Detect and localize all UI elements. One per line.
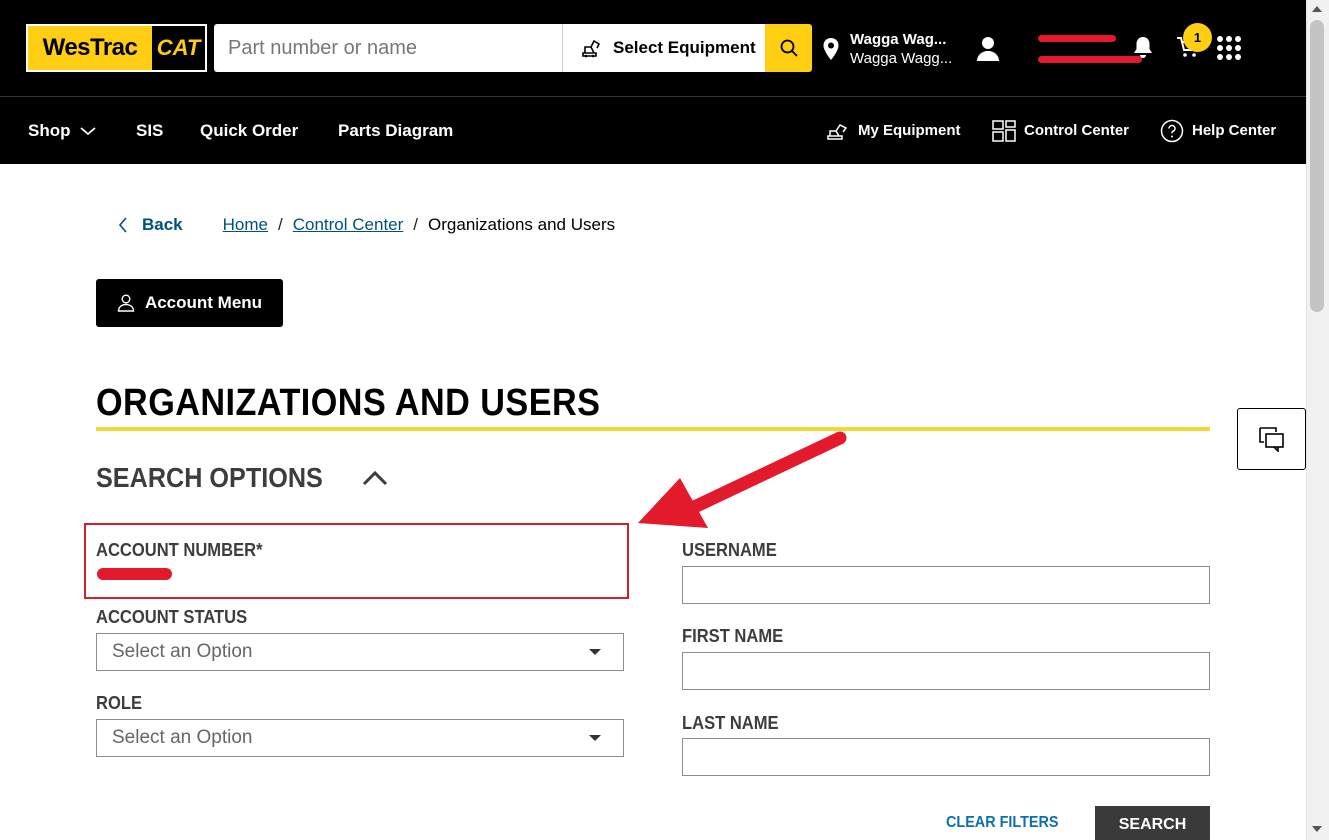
role-value: Select an Option (112, 727, 253, 748)
first-name-input[interactable] (682, 652, 1210, 690)
dashboard-icon (992, 119, 1016, 142)
top-header: WesTrac CAT Select Equipment Wagga Wag..… (0, 0, 1306, 96)
role-label: ROLE (96, 693, 143, 713)
cart-count-badge: 1 (1183, 23, 1212, 52)
part-search-input[interactable] (214, 24, 562, 72)
apps-menu-button[interactable] (1217, 36, 1241, 60)
annotation-arrow-icon (638, 431, 847, 528)
breadcrumb-separator: / (278, 215, 283, 234)
nav-my-equipment-label: My Equipment (858, 122, 961, 139)
nav-help-center[interactable]: Help Center (1160, 97, 1276, 164)
chevron-left-icon (118, 217, 127, 233)
apps-dot-icon (1235, 45, 1241, 51)
username-label: USERNAME (682, 540, 777, 560)
location-text: Wagga Wag... Wagga Wagg... (850, 30, 952, 68)
scrollbar-thumb[interactable] (1310, 20, 1324, 312)
nav-quick-order[interactable]: Quick Order (200, 97, 298, 164)
apps-dot-icon (1235, 36, 1241, 42)
account-status-value: Select an Option (112, 641, 253, 662)
location-line-1: Wagga Wag... (850, 31, 947, 48)
chevron-down-icon (79, 126, 96, 135)
nav-shop[interactable]: Shop (28, 97, 97, 164)
back-link[interactable]: Back (118, 215, 183, 235)
search-icon (780, 39, 798, 57)
select-equipment-button[interactable]: Select Equipment (562, 24, 765, 72)
last-name-label: LAST NAME (682, 713, 779, 733)
nav-shop-label: Shop (28, 120, 71, 140)
logo-westrac-text: WesTrac (28, 26, 152, 70)
location-pin-icon (823, 38, 839, 60)
account-menu-button[interactable]: Account Menu (96, 279, 283, 327)
nav-control-center[interactable]: Control Center (992, 97, 1129, 164)
search-submit-button[interactable] (765, 24, 812, 72)
excavator-icon (582, 39, 601, 58)
user-icon (977, 37, 999, 61)
bell-icon (1134, 37, 1152, 58)
location-line-2: Wagga Wagg... (850, 50, 953, 67)
apps-dot-icon (1226, 36, 1232, 42)
breadcrumb-home[interactable]: Home (223, 215, 268, 235)
clear-filters-button[interactable]: CLEAR FILTERS (946, 814, 1059, 832)
apps-dot-icon (1217, 45, 1223, 51)
account-status-label: ACCOUNT STATUS (96, 607, 248, 627)
logo-cat-text: CAT (152, 26, 205, 70)
breadcrumb-current: Organizations and Users (428, 215, 616, 234)
first-name-label: FIRST NAME (682, 626, 784, 646)
equipment-icon (827, 123, 848, 140)
nav-control-center-label: Control Center (1024, 122, 1129, 139)
apps-dot-icon (1226, 54, 1232, 60)
account-menu-label: Account Menu (144, 293, 263, 312)
breadcrumb: Back Home / Control Center / Organizatio… (118, 215, 615, 235)
username-input[interactable] (682, 566, 1210, 604)
main-nav: Shop SIS Quick Order Parts Diagram My Eq… (0, 97, 1306, 164)
role-select[interactable]: Select an Option (96, 719, 624, 757)
chevron-up-icon (362, 470, 388, 486)
caret-down-icon (589, 649, 601, 655)
page-title: ORGANIZATIONS AND USERS (96, 382, 601, 424)
search-button[interactable]: SEARCH (1095, 806, 1210, 840)
user-account[interactable] (976, 32, 1142, 66)
user-outline-icon (117, 294, 135, 312)
search-options-toggle[interactable]: SEARCH OPTIONS (96, 462, 388, 494)
annotation-highlight-box (84, 523, 629, 599)
chat-icon (1258, 427, 1284, 452)
breadcrumb-control-center[interactable]: Control Center (293, 215, 404, 235)
feedback-button[interactable] (1237, 408, 1306, 470)
help-icon (1160, 119, 1184, 142)
nav-parts-diagram[interactable]: Parts Diagram (338, 97, 453, 164)
apps-dot-icon (1217, 54, 1223, 60)
westrac-cat-logo[interactable]: WesTrac CAT (26, 24, 207, 72)
apps-dot-icon (1226, 45, 1232, 51)
redacted-user-name (1008, 32, 1142, 66)
store-location[interactable]: Wagga Wag... Wagga Wagg... (822, 30, 952, 68)
search-options-label: SEARCH OPTIONS (96, 462, 323, 493)
nav-my-equipment[interactable]: My Equipment (826, 97, 961, 164)
last-name-input[interactable] (682, 738, 1210, 776)
select-equipment-label: Select Equipment (613, 38, 756, 57)
nav-help-center-label: Help Center (1192, 122, 1277, 139)
breadcrumb-separator: / (413, 215, 419, 234)
apps-dot-icon (1235, 54, 1241, 60)
apps-dot-icon (1217, 36, 1223, 42)
scroll-down-arrow-icon[interactable] (1312, 826, 1322, 832)
notifications-button[interactable] (1132, 35, 1154, 64)
back-label: Back (142, 215, 183, 234)
scroll-up-arrow-icon[interactable] (1312, 6, 1322, 12)
caret-down-icon (589, 735, 601, 741)
account-status-select[interactable]: Select an Option (96, 633, 624, 671)
nav-sis[interactable]: SIS (136, 97, 163, 164)
